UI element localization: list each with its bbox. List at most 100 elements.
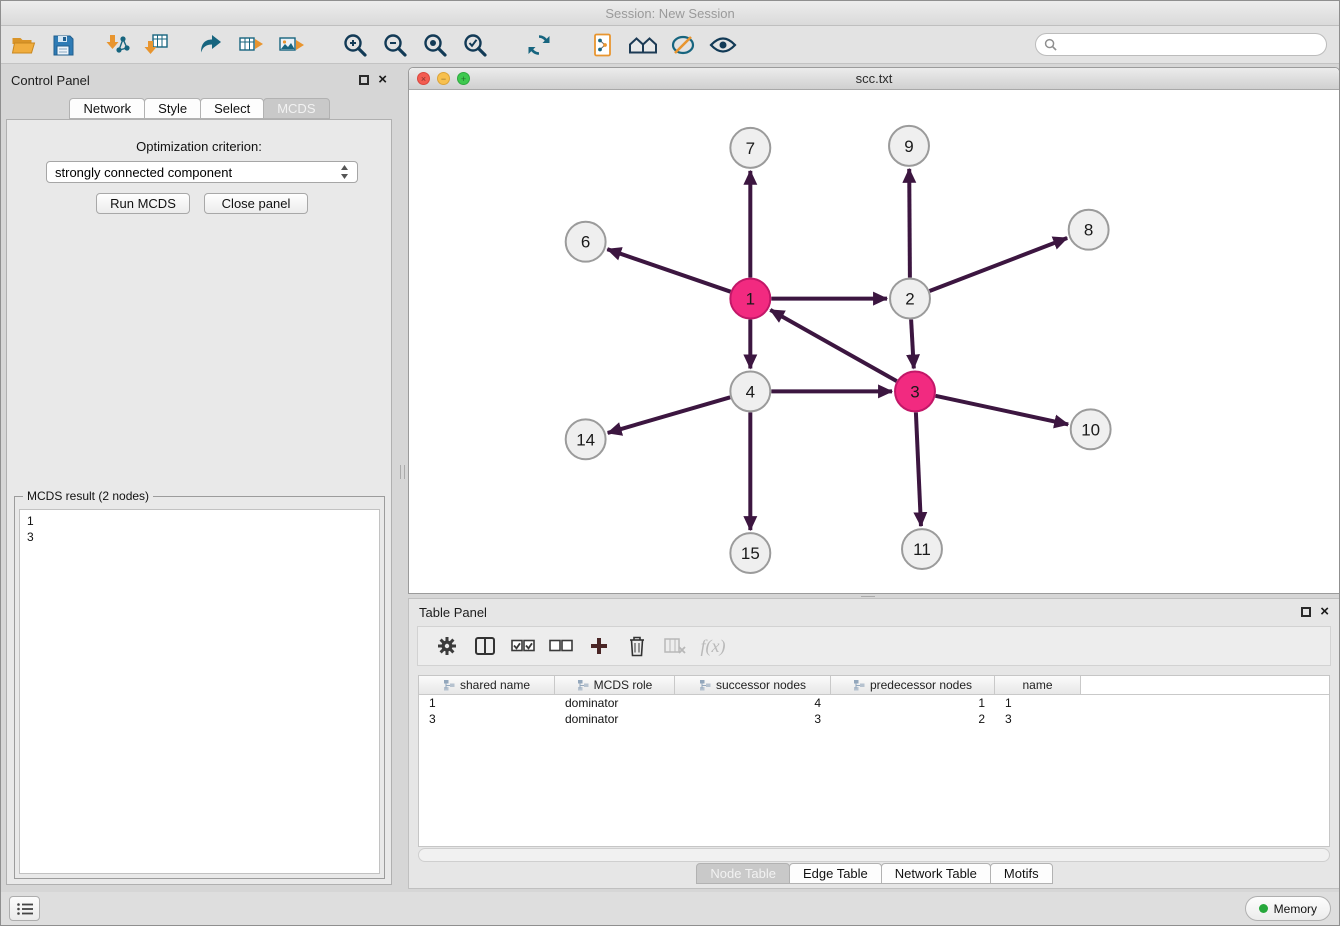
delete-columns-button[interactable] xyxy=(656,630,694,662)
tab-motifs[interactable]: Motifs xyxy=(990,863,1053,884)
graph-edge-3-11[interactable] xyxy=(916,412,921,526)
zoom-selected-button[interactable] xyxy=(455,29,495,61)
cell-successor-nodes[interactable]: 3 xyxy=(675,711,831,727)
tab-edge-table[interactable]: Edge Table xyxy=(789,863,882,884)
minimize-window-button[interactable]: − xyxy=(437,72,450,85)
memory-button[interactable]: Memory xyxy=(1245,896,1331,921)
close-panel-button[interactable]: Close panel xyxy=(204,193,308,214)
graph-edge-2-8[interactable] xyxy=(930,238,1068,291)
graph-node-label: 6 xyxy=(581,233,590,252)
float-table-panel-icon[interactable] xyxy=(1301,607,1311,617)
network-canvas[interactable]: 7968124314101511 xyxy=(409,90,1339,593)
graph-edge-3-1[interactable] xyxy=(770,310,896,381)
memory-status-dot xyxy=(1259,904,1268,913)
column-header-shared-name[interactable]: shared name xyxy=(419,676,555,695)
table-row[interactable]: 1 dominator 4 1 1 xyxy=(419,695,1329,711)
status-bar: Memory xyxy=(1,892,1339,925)
tab-mcds[interactable]: MCDS xyxy=(263,98,329,119)
tab-style[interactable]: Style xyxy=(144,98,201,119)
export-network-button[interactable] xyxy=(191,29,231,61)
network-graph[interactable]: 7968124314101511 xyxy=(409,90,1339,593)
cell-name[interactable]: 1 xyxy=(995,695,1081,711)
clone-network-icon xyxy=(590,32,616,58)
export-image-button[interactable] xyxy=(271,29,311,61)
header-filler xyxy=(1081,676,1329,695)
split-view-button[interactable] xyxy=(466,630,504,662)
column-label: name xyxy=(1022,678,1052,692)
graph-edge-1-6[interactable] xyxy=(607,249,730,292)
select-all-button[interactable] xyxy=(504,630,542,662)
graph-node-label: 1 xyxy=(746,290,755,309)
mcds-panel-body: Optimization criterion: strongly connect… xyxy=(6,119,392,885)
network-view-window: × − + scc.txt 7968124314101511 xyxy=(408,67,1340,594)
zoom-out-icon xyxy=(382,32,408,58)
close-table-panel-icon[interactable]: × xyxy=(1320,607,1329,617)
zoom-selected-icon xyxy=(462,32,488,58)
style-preview-button[interactable] xyxy=(663,29,703,61)
refresh-view-button[interactable] xyxy=(519,29,559,61)
clone-network-button[interactable] xyxy=(583,29,623,61)
table-row[interactable]: 3 dominator 3 2 3 xyxy=(419,711,1329,727)
import-network-icon xyxy=(104,32,130,58)
tab-select[interactable]: Select xyxy=(200,98,264,119)
trash-icon xyxy=(627,635,647,657)
graph-edge-2-3[interactable] xyxy=(911,320,914,369)
import-table-icon xyxy=(144,32,170,58)
column-header-successor-nodes[interactable]: successor nodes xyxy=(675,676,831,695)
run-mcds-button[interactable]: Run MCDS xyxy=(96,193,190,214)
function-builder-button[interactable]: f(x) xyxy=(694,630,732,662)
close-panel-icon[interactable]: × xyxy=(378,75,387,85)
show-hide-button[interactable] xyxy=(703,29,743,61)
column-header-mcds-role[interactable]: MCDS role xyxy=(555,676,675,695)
open-session-button[interactable] xyxy=(3,29,43,61)
zoom-out-button[interactable] xyxy=(375,29,415,61)
float-panel-icon[interactable] xyxy=(359,75,369,85)
cell-shared-name[interactable]: 1 xyxy=(419,695,555,711)
tab-network[interactable]: Network xyxy=(69,98,145,119)
graph-edge-4-14[interactable] xyxy=(608,397,730,433)
cell-predecessor-nodes[interactable]: 1 xyxy=(831,695,995,711)
graph-edge-3-10[interactable] xyxy=(935,396,1068,425)
maximize-window-button[interactable]: + xyxy=(457,72,470,85)
import-network-button[interactable] xyxy=(97,29,137,61)
cell-mcds-role[interactable]: dominator xyxy=(555,711,675,727)
deselect-all-button[interactable] xyxy=(542,630,580,662)
cell-successor-nodes[interactable]: 4 xyxy=(675,695,831,711)
vertical-splitter-handle[interactable] xyxy=(400,465,405,479)
search-input[interactable] xyxy=(1062,37,1318,52)
delete-row-button[interactable] xyxy=(618,630,656,662)
save-session-button[interactable] xyxy=(43,29,83,61)
homes-icon xyxy=(628,33,658,57)
import-table-button[interactable] xyxy=(137,29,177,61)
graph-node-label: 7 xyxy=(746,139,755,158)
column-header-predecessor-nodes[interactable]: predecessor nodes xyxy=(831,676,995,695)
table-horizontal-scrollbar[interactable] xyxy=(418,848,1330,862)
table-settings-button[interactable] xyxy=(428,630,466,662)
graph-node-label: 15 xyxy=(741,544,760,563)
tab-node-table[interactable]: Node Table xyxy=(696,863,790,884)
network-window-titlebar[interactable]: × − + scc.txt xyxy=(409,68,1339,90)
add-row-button[interactable] xyxy=(580,630,618,662)
table-tabs: Node Table Edge Table Network Table Moti… xyxy=(409,863,1339,884)
zoom-fit-button[interactable] xyxy=(415,29,455,61)
window-controls: × − + xyxy=(417,72,470,85)
task-history-button[interactable] xyxy=(9,896,40,921)
criterion-dropdown[interactable]: strongly connected component xyxy=(46,161,358,183)
graph-edge-2-9[interactable] xyxy=(909,169,910,278)
open-folder-icon xyxy=(10,32,37,58)
cell-predecessor-nodes[interactable]: 2 xyxy=(831,711,995,727)
close-window-button[interactable]: × xyxy=(417,72,430,85)
table-panel-title: Table Panel xyxy=(419,605,487,620)
main-toolbar xyxy=(1,26,1339,64)
tab-network-table[interactable]: Network Table xyxy=(881,863,991,884)
search-field[interactable] xyxy=(1035,33,1327,56)
cell-name[interactable]: 3 xyxy=(995,711,1081,727)
dropdown-spinner-icon xyxy=(340,164,349,180)
cell-mcds-role[interactable]: dominator xyxy=(555,695,675,711)
export-table-button[interactable] xyxy=(231,29,271,61)
zoom-in-button[interactable] xyxy=(335,29,375,61)
column-header-name[interactable]: name xyxy=(995,676,1081,695)
ndex-button[interactable] xyxy=(623,29,663,61)
cell-shared-name[interactable]: 3 xyxy=(419,711,555,727)
mcds-result-list[interactable]: 1 3 xyxy=(19,509,380,874)
